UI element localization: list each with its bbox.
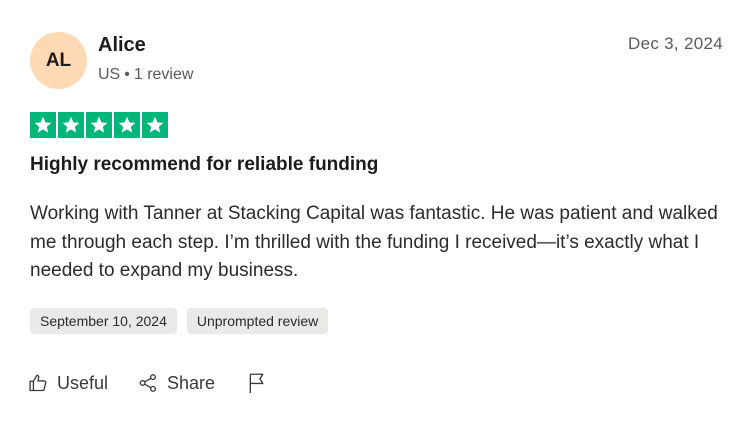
thumbs-up-icon [28, 373, 48, 393]
star-icon [58, 112, 84, 138]
avatar[interactable]: AL [30, 32, 87, 89]
meta-separator: • [124, 66, 130, 83]
share-icon [138, 373, 158, 393]
flag-icon [247, 372, 267, 394]
report-button[interactable] [247, 372, 267, 394]
review-tags: September 10, 2024 Unprompted review [30, 308, 329, 334]
star-icon [86, 112, 112, 138]
review-card: AL Alice US • 1 review Dec 3, 2024 Highly … [0, 0, 745, 439]
review-actions: Useful Share [28, 372, 267, 394]
star-icon [30, 112, 56, 138]
review-date: Dec 3, 2024 [628, 34, 723, 53]
share-label: Share [167, 372, 216, 393]
star-icon [142, 112, 168, 138]
reviewer-review-count: 1 review [133, 66, 194, 83]
reviewer-name[interactable]: Alice [98, 34, 146, 57]
review-title[interactable]: Highly recommend for reliable funding [30, 154, 378, 176]
reviewer-country: US [98, 66, 121, 83]
share-button[interactable]: Share [138, 373, 215, 394]
star-icon [114, 112, 140, 138]
useful-label: Useful [57, 372, 109, 393]
experience-date-badge: September 10, 2024 [30, 308, 177, 334]
star-rating [30, 112, 168, 138]
review-type-badge[interactable]: Unprompted review [186, 308, 329, 334]
useful-button[interactable]: Useful [28, 373, 108, 394]
reviewer-meta: US • 1 review [98, 66, 193, 84]
review-body: Working with Tanner at Stacking Capital … [30, 203, 718, 281]
